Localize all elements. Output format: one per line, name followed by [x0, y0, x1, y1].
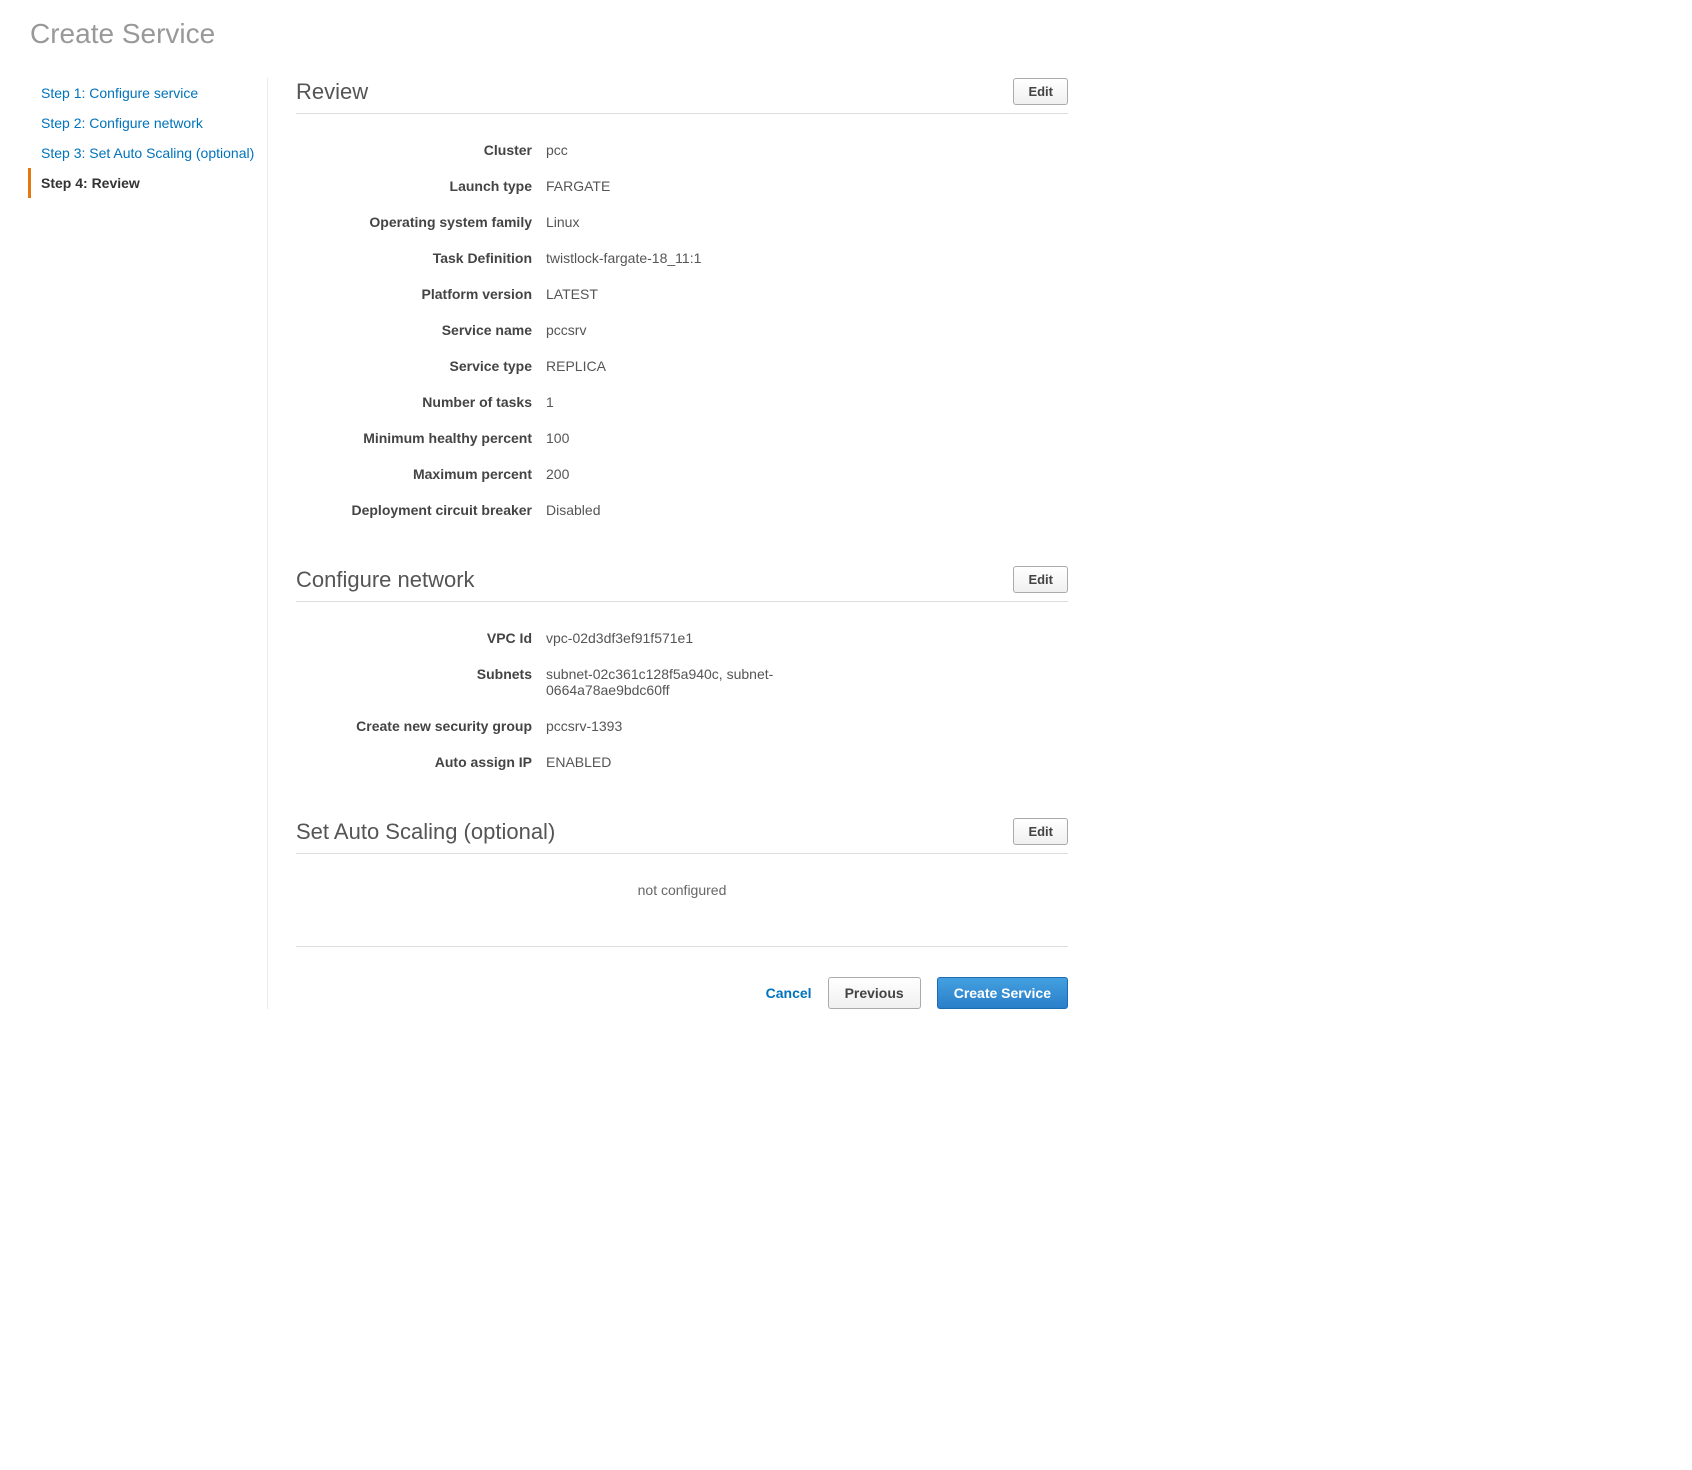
network-section-title: Configure network — [296, 567, 475, 593]
field-value: vpc-02d3df3ef91f571e1 — [546, 630, 806, 646]
create-service-button[interactable]: Create Service — [937, 977, 1068, 1009]
field-min-healthy-percent: Minimum healthy percent 100 — [296, 420, 1068, 456]
step-4-review[interactable]: Step 4: Review — [28, 168, 257, 198]
field-label: Operating system family — [296, 214, 546, 230]
field-value: 200 — [546, 466, 806, 482]
field-platform-version: Platform version LATEST — [296, 276, 1068, 312]
field-label: Launch type — [296, 178, 546, 194]
field-value: Linux — [546, 214, 806, 230]
autoscaling-section-title: Set Auto Scaling (optional) — [296, 819, 555, 845]
step-1-configure-service[interactable]: Step 1: Configure service — [28, 78, 257, 108]
field-value: REPLICA — [546, 358, 806, 374]
autoscaling-section: Set Auto Scaling (optional) Edit not con… — [296, 818, 1068, 908]
field-cluster: Cluster pcc — [296, 132, 1068, 168]
field-label: Create new security group — [296, 718, 546, 734]
field-launch-type: Launch type FARGATE — [296, 168, 1068, 204]
field-service-type: Service type REPLICA — [296, 348, 1068, 384]
field-value: ENABLED — [546, 754, 806, 770]
field-label: Cluster — [296, 142, 546, 158]
field-auto-assign-ip: Auto assign IP ENABLED — [296, 744, 1068, 780]
field-label: Service name — [296, 322, 546, 338]
field-label: Deployment circuit breaker — [296, 502, 546, 518]
edit-autoscaling-button[interactable]: Edit — [1013, 818, 1068, 845]
field-service-name: Service name pccsrv — [296, 312, 1068, 348]
field-label: Number of tasks — [296, 394, 546, 410]
field-value: Disabled — [546, 502, 806, 518]
network-section: Configure network Edit VPC Id vpc-02d3df… — [296, 566, 1068, 780]
wizard-footer: Cancel Previous Create Service — [296, 946, 1068, 1009]
cancel-button[interactable]: Cancel — [766, 985, 812, 1001]
review-section: Review Edit Cluster pcc Launch type FARG… — [296, 78, 1068, 528]
field-max-percent: Maximum percent 200 — [296, 456, 1068, 492]
step-2-configure-network[interactable]: Step 2: Configure network — [28, 108, 257, 138]
field-task-definition: Task Definition twistlock-fargate-18_11:… — [296, 240, 1068, 276]
autoscaling-not-configured: not configured — [296, 872, 1068, 908]
field-label: Service type — [296, 358, 546, 374]
field-subnets: Subnets subnet-02c361c128f5a940c, subnet… — [296, 656, 1068, 708]
review-section-title: Review — [296, 79, 368, 105]
field-value: LATEST — [546, 286, 806, 302]
field-value: subnet-02c361c128f5a940c, subnet-0664a78… — [546, 666, 806, 698]
field-value: pccsrv — [546, 322, 806, 338]
field-label: VPC Id — [296, 630, 546, 646]
field-label: Subnets — [296, 666, 546, 698]
field-value: twistlock-fargate-18_11:1 — [546, 250, 806, 266]
edit-review-button[interactable]: Edit — [1013, 78, 1068, 105]
field-vpc-id: VPC Id vpc-02d3df3ef91f571e1 — [296, 620, 1068, 656]
field-label: Task Definition — [296, 250, 546, 266]
field-value: 1 — [546, 394, 806, 410]
field-value: pccsrv-1393 — [546, 718, 806, 734]
previous-button[interactable]: Previous — [828, 977, 921, 1009]
step-3-set-auto-scaling[interactable]: Step 3: Set Auto Scaling (optional) — [28, 138, 257, 168]
field-number-of-tasks: Number of tasks 1 — [296, 384, 1068, 420]
field-deployment-circuit-breaker: Deployment circuit breaker Disabled — [296, 492, 1068, 528]
field-label: Maximum percent — [296, 466, 546, 482]
edit-network-button[interactable]: Edit — [1013, 566, 1068, 593]
field-label: Auto assign IP — [296, 754, 546, 770]
wizard-sidebar: Step 1: Configure service Step 2: Config… — [28, 78, 268, 1009]
page-title: Create Service — [30, 18, 1664, 50]
field-label: Platform version — [296, 286, 546, 302]
field-value: FARGATE — [546, 178, 806, 194]
main-content: Review Edit Cluster pcc Launch type FARG… — [268, 78, 1068, 1009]
field-value: pcc — [546, 142, 806, 158]
field-os-family: Operating system family Linux — [296, 204, 1068, 240]
field-value: 100 — [546, 430, 806, 446]
field-security-group: Create new security group pccsrv-1393 — [296, 708, 1068, 744]
field-label: Minimum healthy percent — [296, 430, 546, 446]
